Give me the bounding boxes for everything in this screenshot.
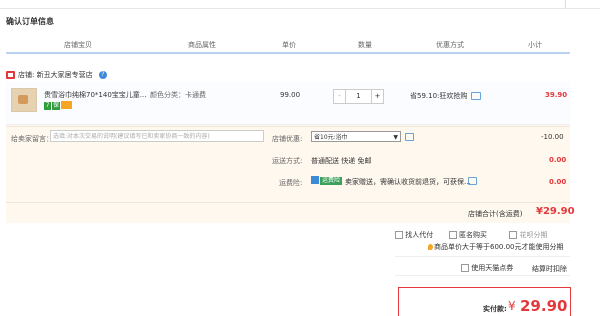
product-badges: 7保	[44, 101, 72, 110]
shop-icon	[6, 71, 15, 79]
installment-checkbox[interactable]	[509, 231, 518, 239]
product-row	[6, 82, 570, 125]
anonymous-label: 匿名购买	[459, 231, 488, 239]
coupon-amount: -10.00	[541, 133, 564, 141]
flag-badge-icon	[61, 101, 72, 109]
payment-amount: 29.90	[520, 297, 568, 315]
chat-icon[interactable]	[405, 133, 414, 143]
divider	[395, 275, 570, 276]
decrease-button[interactable]: -	[334, 90, 346, 103]
message-input[interactable]: 选填:对本次交易的说明(建议填写已和卖家协商一致的内容)	[50, 130, 264, 142]
chevron-down-icon: ▼	[393, 134, 398, 141]
item-subtotal: 39.90	[545, 91, 568, 99]
shop-header: 店铺: 新丑大家居专营店 ?	[6, 70, 107, 80]
shop-label: 店铺:	[18, 71, 35, 79]
insurance-checkbox[interactable]	[311, 176, 319, 184]
payment-summary: 实付款: ¥ 29.90	[398, 287, 571, 316]
insurance-text: 卖家赠送，需确认收货前退货，可获保...	[345, 178, 471, 186]
shipping-method: 普通配送 快递 免邮	[311, 157, 372, 165]
quantity-input[interactable]: 1	[346, 90, 371, 103]
payment-label: 实付款:	[483, 305, 507, 313]
tmall-points-checkbox[interactable]	[461, 264, 469, 272]
divider	[395, 256, 570, 257]
insurance-badge: 运费险	[320, 177, 343, 185]
page-title: 确认订单信息	[6, 17, 54, 26]
currency-symbol: ¥	[508, 299, 516, 313]
column-price: 单价	[282, 41, 296, 49]
guarantee-badge: 保	[52, 102, 60, 110]
column-attributes: 商品属性	[188, 41, 216, 49]
store-total: 店铺合计(含运费) ¥29.90	[6, 202, 575, 223]
quantity-stepper: - 1 +	[333, 89, 384, 104]
coupon-label: 店铺优惠:	[272, 135, 303, 143]
pay-for-other-label: 找人代付	[405, 231, 434, 239]
increase-button[interactable]: +	[371, 90, 383, 103]
column-subtotal: 小计	[528, 41, 542, 49]
tmall-points-label: 使用天猫点券	[471, 264, 514, 272]
pay-for-other-checkbox[interactable]	[395, 231, 403, 239]
checkout-options: 找人代付 匿名购买 花呗分期	[395, 230, 548, 240]
divider	[6, 126, 570, 127]
product-thumbnail[interactable]	[11, 88, 37, 112]
promotion-text: 省59.10:狂欢抢购	[410, 92, 468, 100]
column-shop-item: 店铺宝贝	[64, 41, 92, 49]
insurance-amount: 0.00	[549, 178, 567, 186]
store-total-label: 店铺合计(含运费)	[468, 210, 523, 218]
column-discount: 优惠方式	[436, 41, 464, 49]
message-label: 给卖家留言：	[11, 135, 53, 143]
coupon-select[interactable]: 省10元:浴巾 ▼	[311, 131, 401, 142]
shipping-label: 运送方式:	[272, 157, 303, 165]
column-quantity: 数量	[358, 41, 372, 49]
help-icon[interactable]: ?	[98, 71, 107, 79]
insurance-label: 运费险:	[279, 179, 303, 187]
product-name[interactable]: 贵雪浴巾纯棉70*140宝宝儿童...	[44, 90, 146, 100]
anonymous-checkbox[interactable]	[448, 231, 457, 239]
shop-name[interactable]: 新丑大家居专营店	[37, 71, 93, 79]
installment-label: 花呗分期	[519, 231, 548, 239]
installment-note: 商品单价大于等于600.00元才能使用分期	[428, 242, 564, 252]
seven-day-return-badge: 7	[44, 102, 51, 110]
location-pin-icon	[428, 244, 433, 250]
chat-icon[interactable]	[471, 92, 482, 100]
tmall-points-option: 使用天猫点券	[461, 263, 513, 273]
shipping-amount: 0.00	[549, 156, 567, 164]
promotion: 省59.10:狂欢抢购	[410, 91, 482, 101]
column-header: 店铺宝贝 商品属性 单价 数量 优惠方式 小计	[6, 38, 570, 54]
top-border	[0, 0, 600, 9]
unit-price: 99.00	[280, 91, 301, 99]
help-icon[interactable]	[468, 177, 477, 187]
coupon-selected: 省10元:浴巾	[314, 134, 348, 141]
store-total-value: ¥29.90	[536, 206, 575, 217]
product-attribute: 颜色分类：卡通费	[150, 91, 206, 99]
points-note: 结算时扣除	[532, 265, 567, 273]
